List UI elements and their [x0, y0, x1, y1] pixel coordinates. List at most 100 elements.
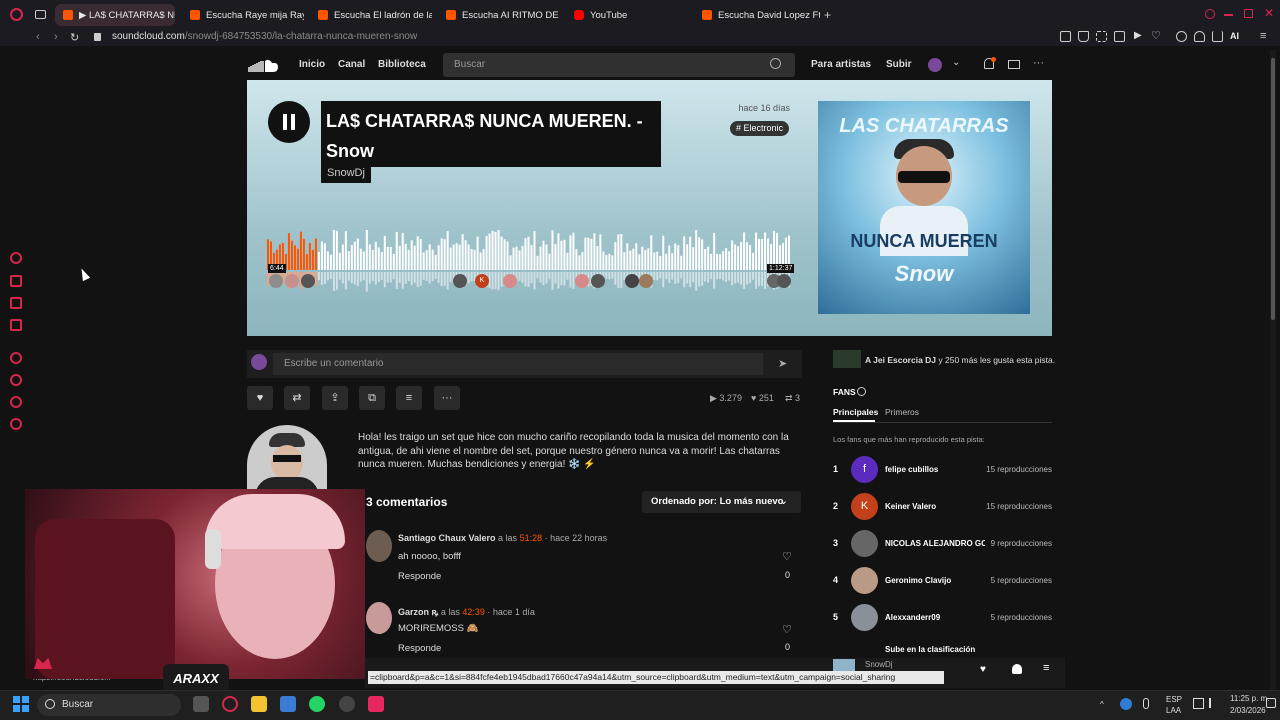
waveform-comment-avatar[interactable] — [269, 274, 283, 288]
comment-author[interactable]: Santiago Chaux Valero a las 51:28 · hace… — [398, 533, 607, 543]
upload-link[interactable]: Subir — [886, 59, 912, 70]
fan-name[interactable]: NICOLAS ALEJANDRO GO — [885, 539, 985, 548]
liker-avatars[interactable] — [833, 350, 861, 368]
like-button[interactable]: ♥ — [247, 386, 273, 410]
sound-icon[interactable] — [1114, 31, 1125, 42]
user-avatar[interactable] — [928, 58, 942, 72]
tab-ritmo[interactable]: Escucha AI RITMO DE - D — [438, 4, 560, 26]
nav-biblioteca[interactable]: Biblioteca — [378, 59, 426, 70]
sidebar-twitch-icon[interactable] — [10, 319, 22, 331]
waveform-comment-avatar[interactable] — [575, 274, 589, 288]
copy-link-button[interactable]: ⧉ — [359, 386, 385, 410]
clock-date[interactable]: 2/03/2026 — [1230, 706, 1266, 715]
clock-time[interactable]: 11:25 p. m. — [1230, 694, 1269, 703]
comment-timestamp[interactable]: 42:39 — [462, 607, 485, 617]
comment-author[interactable]: Garzon ꝶ a las 42:39 · hace 1 día — [398, 605, 535, 618]
opera-gx-icon[interactable] — [222, 696, 238, 712]
waveform-comment-avatar[interactable]: K — [475, 274, 489, 288]
sidebar-toggle-icon[interactable] — [1060, 31, 1071, 42]
url-field[interactable]: soundcloud.com/snowdj-684753530/la-chata… — [112, 31, 417, 42]
ai-button[interactable]: AI — [1230, 31, 1239, 41]
waveform-comment-avatar[interactable] — [639, 274, 653, 288]
fan-avatar[interactable]: K — [851, 493, 878, 520]
store-icon[interactable] — [280, 696, 296, 712]
notifications-center-icon[interactable] — [1266, 698, 1276, 708]
reply-link[interactable]: Responde — [398, 571, 441, 582]
forward-icon[interactable]: › — [54, 31, 58, 43]
language-label[interactable]: ESP — [1166, 695, 1182, 704]
screenshot-icon[interactable] — [1096, 31, 1107, 42]
heart-icon[interactable]: ♡ — [1150, 30, 1161, 42]
fan-name[interactable]: felipe cubillos — [885, 465, 985, 474]
tray-chevron-icon[interactable]: ^ — [1100, 700, 1104, 709]
for-artists-link[interactable]: Para artistas — [811, 59, 871, 70]
back-icon[interactable]: ‹ — [36, 31, 40, 43]
repost-button[interactable]: ⇄ — [284, 386, 310, 410]
send-icon[interactable]: ➤ — [778, 357, 787, 370]
taskbar-search[interactable] — [37, 694, 181, 716]
follow-icon[interactable] — [1012, 664, 1022, 674]
waveform-comment-avatar[interactable] — [591, 274, 605, 288]
tab-current[interactable]: ▶ LA$ CHATARRA$ NU — [55, 4, 175, 26]
fan-name[interactable]: Geronimo Clavijo — [885, 576, 985, 585]
comment-timestamp[interactable]: 51:28 — [520, 533, 543, 543]
tab-ladron[interactable]: Escucha El ladrón de la g — [310, 4, 432, 26]
nav-inicio[interactable]: Inicio — [299, 59, 325, 70]
fan-avatar[interactable] — [851, 604, 878, 631]
waveform[interactable] — [267, 230, 791, 292]
comment-like-icon[interactable]: ♡ — [782, 550, 792, 563]
queue-icon[interactable]: ≡ — [1043, 662, 1049, 674]
tiktok-icon[interactable] — [368, 696, 384, 712]
chevron-down-icon[interactable]: ⌄ — [952, 57, 960, 68]
menu-icon[interactable]: ≡ — [1260, 30, 1266, 42]
fan-name[interactable]: Keiner Valero — [885, 502, 985, 511]
sort-dropdown[interactable]: Ordenado por: Lo más nuevo — [642, 491, 801, 513]
whatsapp-icon[interactable] — [309, 696, 325, 712]
new-tab-button[interactable]: + — [824, 8, 831, 22]
sidebar-extensions-icon[interactable] — [10, 396, 22, 408]
soundcloud-logo-icon[interactable] — [247, 58, 279, 72]
reply-link[interactable]: Responde — [398, 643, 441, 654]
fan-name[interactable]: Alexxanderr09 — [885, 613, 985, 622]
messages-icon[interactable] — [1008, 60, 1020, 69]
tab-youtube[interactable]: YouTube — [566, 4, 688, 26]
region-label[interactable]: LAA — [1166, 706, 1181, 715]
waveform-comment-avatar[interactable] — [503, 274, 517, 288]
track-artist[interactable]: SnowDj — [321, 164, 371, 183]
sidebar-chat-icon[interactable] — [10, 297, 22, 309]
display-icon[interactable] — [1193, 698, 1204, 709]
search-icon[interactable] — [770, 58, 781, 69]
more-options-icon[interactable]: ··· — [1033, 57, 1044, 69]
share-button[interactable]: ⇪ — [322, 386, 348, 410]
waveform-comment-avatar[interactable] — [625, 274, 639, 288]
close-window-icon[interactable]: ✕ — [1264, 6, 1274, 20]
sidebar-clock-icon[interactable] — [10, 374, 22, 386]
fan-avatar[interactable]: f — [851, 456, 878, 483]
sidebar-bag-icon[interactable] — [10, 275, 22, 287]
artist-avatar[interactable] — [247, 425, 327, 495]
comment-like-icon[interactable]: ♡ — [782, 623, 792, 636]
comment-avatar[interactable] — [366, 602, 392, 634]
extensions-icon[interactable] — [1176, 31, 1187, 42]
windows-start-icon[interactable] — [13, 696, 29, 712]
reload-icon[interactable]: ↻ — [70, 31, 79, 44]
tab-david-lopez[interactable]: Escucha David Lopez Ft K — [694, 4, 820, 26]
waveform-comment-avatar[interactable] — [453, 274, 467, 288]
play-icon[interactable]: ▶ — [1132, 30, 1143, 42]
task-view-icon[interactable] — [193, 696, 209, 712]
search-input[interactable] — [443, 53, 795, 77]
more-actions-button[interactable]: ··· — [434, 386, 460, 410]
player-artist[interactable]: SnowDj — [865, 660, 893, 669]
nav-canal[interactable]: Canal — [338, 59, 365, 70]
maximize-icon[interactable] — [1244, 9, 1253, 18]
microphone-icon[interactable] — [1143, 698, 1149, 709]
fan-avatar[interactable] — [851, 530, 878, 557]
comment-avatar[interactable] — [366, 530, 392, 562]
sidebar-music-icon[interactable] — [10, 352, 22, 364]
scrollbar-thumb[interactable] — [1271, 58, 1275, 320]
file-explorer-icon[interactable] — [251, 696, 267, 712]
tray-app-icon[interactable] — [1120, 698, 1132, 710]
pause-button[interactable] — [268, 101, 310, 143]
tab-manager-icon[interactable] — [35, 10, 46, 19]
tab-raye[interactable]: Escucha Raye mija Raye 2 — [182, 4, 304, 26]
